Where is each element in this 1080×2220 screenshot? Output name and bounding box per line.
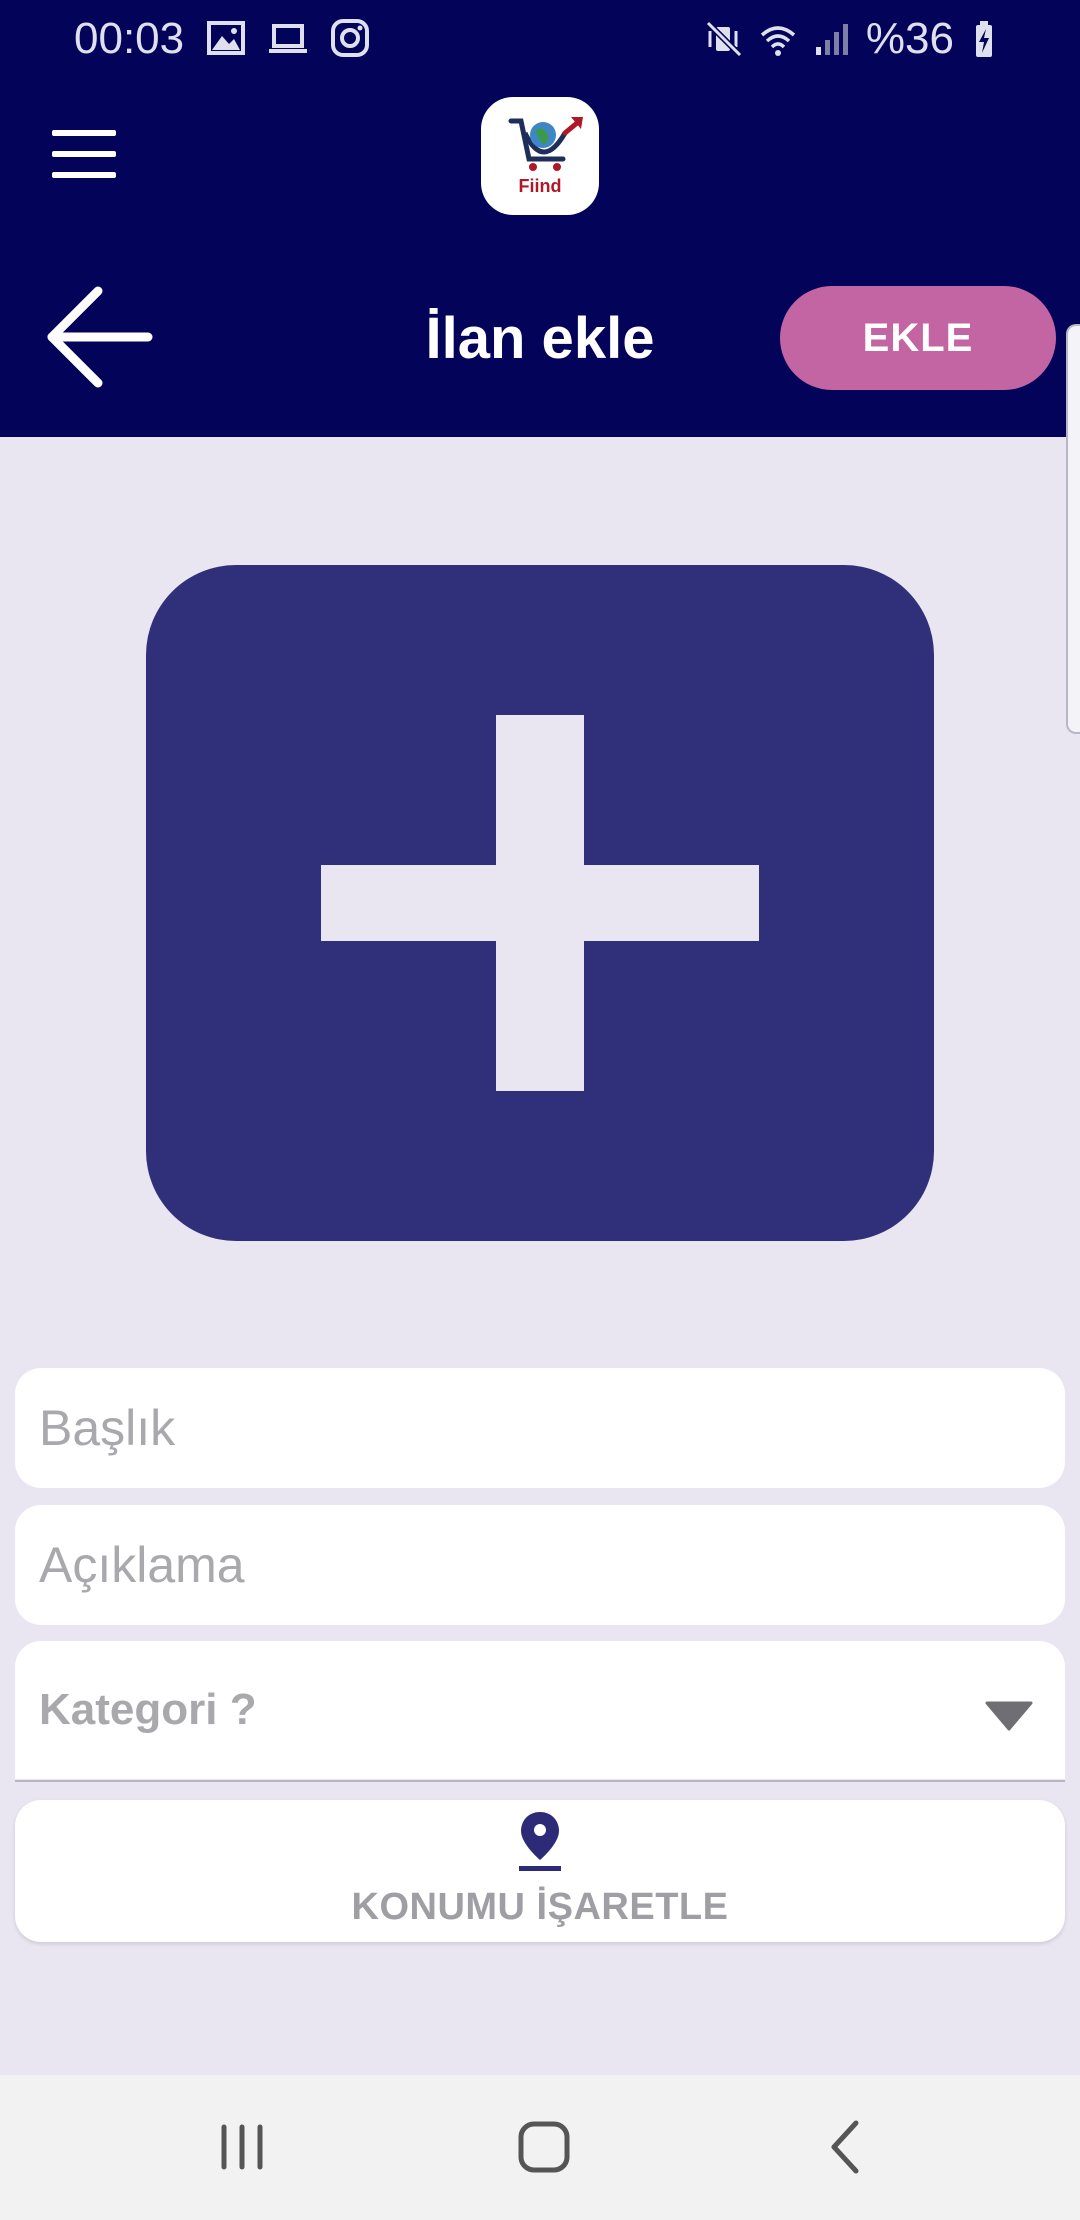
app-logo: Fiind xyxy=(481,97,599,215)
status-bar: 00:03 %36 xyxy=(0,0,1080,78)
mark-location-label: KONUMU İŞARETLE xyxy=(351,1886,729,1928)
title-input[interactable] xyxy=(39,1368,1065,1488)
category-dropdown[interactable]: Kategori ? xyxy=(15,1641,1065,1779)
category-placeholder: Kategori ? xyxy=(39,1685,257,1734)
mark-location-button[interactable]: KONUMU İŞARETLE xyxy=(15,1800,1065,1942)
location-pin-icon xyxy=(519,1812,561,1871)
wifi-icon xyxy=(760,26,796,56)
add-image-button[interactable] xyxy=(146,565,934,1241)
app-header: 00:03 %36 Fiind İlan ekle EKLE xyxy=(0,0,1080,437)
title-field-container xyxy=(15,1368,1065,1488)
shopping-cart-globe-icon xyxy=(508,117,583,171)
gallery-icon xyxy=(207,21,245,55)
signal-icon xyxy=(815,24,848,55)
hamburger-line xyxy=(52,151,116,157)
plus-icon-bar xyxy=(321,865,759,941)
category-underline xyxy=(15,1780,1065,1782)
system-nav-bar xyxy=(0,2075,1080,2220)
mute-vibrate-icon xyxy=(705,20,743,58)
battery-charging-icon xyxy=(976,21,992,57)
hamburger-line xyxy=(52,172,116,178)
battery-level: %36 xyxy=(865,14,954,63)
scroll-indicator[interactable] xyxy=(1066,324,1080,734)
laptop-icon xyxy=(269,24,307,53)
add-listing-button[interactable]: EKLE xyxy=(780,286,1056,390)
hamburger-line xyxy=(52,130,116,136)
logo-text: Fiind xyxy=(518,176,562,196)
status-time: 00:03 xyxy=(74,14,185,63)
menu-button[interactable] xyxy=(52,130,116,178)
back-nav-icon[interactable] xyxy=(816,2117,876,2177)
description-input[interactable] xyxy=(39,1505,1065,1625)
description-field-container xyxy=(15,1505,1065,1625)
instagram-icon xyxy=(331,19,369,57)
dropdown-arrow-icon xyxy=(985,1701,1033,1731)
home-icon[interactable] xyxy=(514,2117,574,2177)
recent-apps-icon[interactable] xyxy=(212,2117,272,2177)
